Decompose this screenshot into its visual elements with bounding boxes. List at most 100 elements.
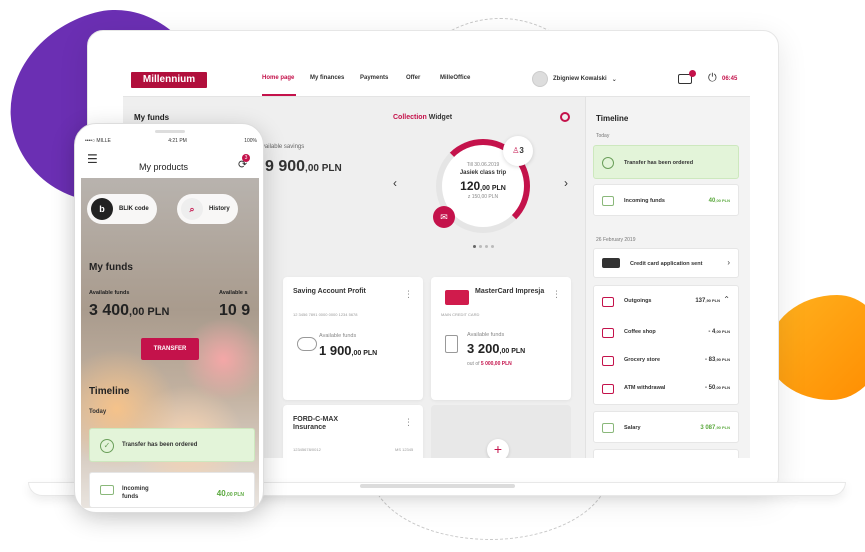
piggy-bank-icon [297, 337, 317, 351]
user-menu[interactable]: Zbigniew Kowalski ⌄ [532, 71, 617, 87]
timeline-item[interactable] [593, 449, 739, 458]
timeline-item-text: Transfer has been ordered [624, 160, 694, 166]
blik-code-button[interactable]: b BLIK code [87, 194, 157, 224]
account-number: 12 3456 7891 0000 0000 1234 5678 [293, 312, 358, 317]
credit-card-icon [602, 258, 620, 268]
timeline-item-text: Credit card application sent [630, 261, 703, 267]
more-options-icon[interactable]: ⋮ [552, 289, 561, 300]
timeline-item-amount: 137,90 PLN [695, 298, 720, 304]
timeline-item-text: Outgoings [624, 298, 652, 304]
nav-home-page[interactable]: Home page [262, 75, 294, 81]
history-search-icon: ⌕ [181, 198, 203, 220]
timeline-item-amount: 3 087,90 PLN [700, 425, 730, 431]
timeline-item-text: Coffee shop [624, 329, 656, 335]
blik-label: BLIK code [119, 206, 149, 212]
available-savings-label: Available s [219, 290, 248, 296]
policy-number: 12345678/0012 [293, 447, 321, 452]
my-funds-title: My funds [89, 262, 133, 273]
nav-my-finances[interactable]: My finances [310, 75, 344, 81]
card-type: MAIN CREDIT CARD [441, 312, 480, 317]
add-product-button[interactable]: + [487, 439, 509, 458]
timeline-item[interactable]: Incoming funds 40,00 PLN [89, 472, 255, 508]
calculator-icon [445, 335, 458, 353]
nav-payments[interactable]: Payments [360, 75, 388, 81]
available-funds-label: Available funds [89, 290, 130, 296]
collection-widget-title: Collection Widget [393, 114, 453, 121]
battery-level: 100% [244, 138, 257, 144]
mobile-app-screen: ••••○ MILLE 4:21 PM 100% ☰ My products ⟳… [81, 138, 259, 508]
timeline-item-amount: 40,00 PLN [216, 489, 244, 498]
laptop-notch [360, 484, 515, 488]
timeline-item-amount: - 83,90 PLN [704, 357, 730, 363]
chevron-right-icon[interactable]: › [727, 258, 730, 267]
carousel-dots [473, 245, 494, 248]
phone-speaker [155, 130, 185, 133]
avatar [532, 71, 548, 87]
insurance-card[interactable]: FORD-C-MAX Insurance 12345678/0012 MS 12… [283, 405, 423, 458]
decorative-orange-blob [768, 295, 865, 400]
status-bar: ••••○ MILLE 4:21 PM 100% [85, 138, 257, 144]
mobile-phone-frame: ••••○ MILLE 4:21 PM 100% ☰ My products ⟳… [74, 123, 264, 513]
card-title: FORD-C-MAX Insurance [293, 416, 339, 431]
card-title: Saving Account Profit [293, 288, 366, 295]
nav-milleoffice[interactable]: MilleOffice [440, 75, 470, 81]
gear-icon[interactable] [560, 112, 570, 122]
gift-icon[interactable]: ✉ [433, 206, 455, 228]
timeline-item-text: Incoming funds [122, 486, 149, 500]
cart-icon [602, 356, 614, 366]
participants-badge[interactable]: ♙3 [503, 136, 533, 166]
carrier-name: ••••○ MILLE [85, 138, 111, 144]
active-nav-underline [262, 94, 296, 96]
notification-badge [689, 70, 696, 77]
coffee-icon [602, 328, 614, 338]
more-options-icon[interactable]: ⋮ [404, 289, 413, 300]
hamburger-menu-icon[interactable]: ☰ [87, 152, 98, 166]
card-title: MasterCard Impresja [475, 288, 545, 295]
saving-account-card[interactable]: Saving Account Profit 12 3456 7891 0000 … [283, 277, 423, 400]
power-icon[interactable]: ⏻ [708, 72, 717, 85]
timeline-item[interactable]: Transfer has been ordered [593, 145, 739, 179]
check-icon: ✓ [100, 439, 114, 453]
money-icon [602, 297, 614, 307]
user-name: Zbigniew Kowalski [553, 76, 607, 82]
timeline-item-amount: - 50,00 PLN [704, 385, 730, 391]
timeline-item-text: Grocery store [624, 357, 661, 363]
chevron-up-icon[interactable]: ⌃ [723, 295, 730, 304]
available-savings-value: 10 9 [219, 302, 251, 319]
available-funds-value: 1 900,00 PLN [319, 343, 378, 358]
timeline-item-amount: 40,00 PLN [708, 198, 730, 204]
transfer-button[interactable]: TRANSFER [141, 338, 199, 360]
chevron-right-icon[interactable]: › [564, 176, 568, 190]
available-savings-value: 9 900,00 PLN [265, 158, 342, 175]
millennium-logo[interactable]: Millennium [131, 72, 207, 88]
timeline-item-text: Transfer has been ordered [122, 442, 198, 448]
clock: 4:21 PM [168, 138, 187, 144]
page-title: My products [139, 162, 189, 172]
timeline-item-text: Incoming funds [624, 198, 665, 204]
history-button[interactable]: ⌕ History [177, 194, 238, 224]
available-funds-label: Available funds [467, 332, 505, 338]
timeline-day-label: Today [596, 133, 610, 139]
timeline-item-text: Salary [624, 425, 641, 431]
my-funds-title: My funds [134, 113, 170, 122]
timeline-item-amount: - 4,00 PLN [708, 329, 730, 335]
mastercard-card[interactable]: MasterCard Impresja MAIN CREDIT CARD ⋮ A… [431, 277, 571, 400]
policy-code: MS 12345 [395, 447, 414, 452]
money-icon [602, 423, 614, 433]
timeline-item[interactable]: Incoming funds 40,00 PLN [593, 184, 739, 216]
timeline-item[interactable]: ✓ Transfer has been ordered [89, 428, 255, 462]
credit-card-icon [445, 290, 469, 305]
notification-badge: 3 [242, 154, 250, 162]
more-options-icon[interactable]: ⋮ [404, 417, 413, 428]
timeline-item[interactable]: Salary 3 087,90 PLN [593, 411, 739, 443]
timeline-item[interactable]: Credit card application sent › [593, 248, 739, 278]
timeline-item-text: ATM withdrawal [624, 385, 666, 391]
timeline-group-outgoings[interactable]: Outgoings 137,90 PLN ⌃ Coffee shop - 4,0… [593, 285, 739, 405]
timeline-title: Timeline [89, 386, 130, 397]
chevron-left-icon[interactable]: ‹ [393, 176, 397, 190]
timeline-title: Timeline [596, 114, 629, 123]
money-icon [100, 485, 114, 495]
nav-offer[interactable]: Offer [406, 75, 420, 81]
blik-icon: b [91, 198, 113, 220]
available-funds-value: 3 400,00 PLN [89, 302, 170, 319]
